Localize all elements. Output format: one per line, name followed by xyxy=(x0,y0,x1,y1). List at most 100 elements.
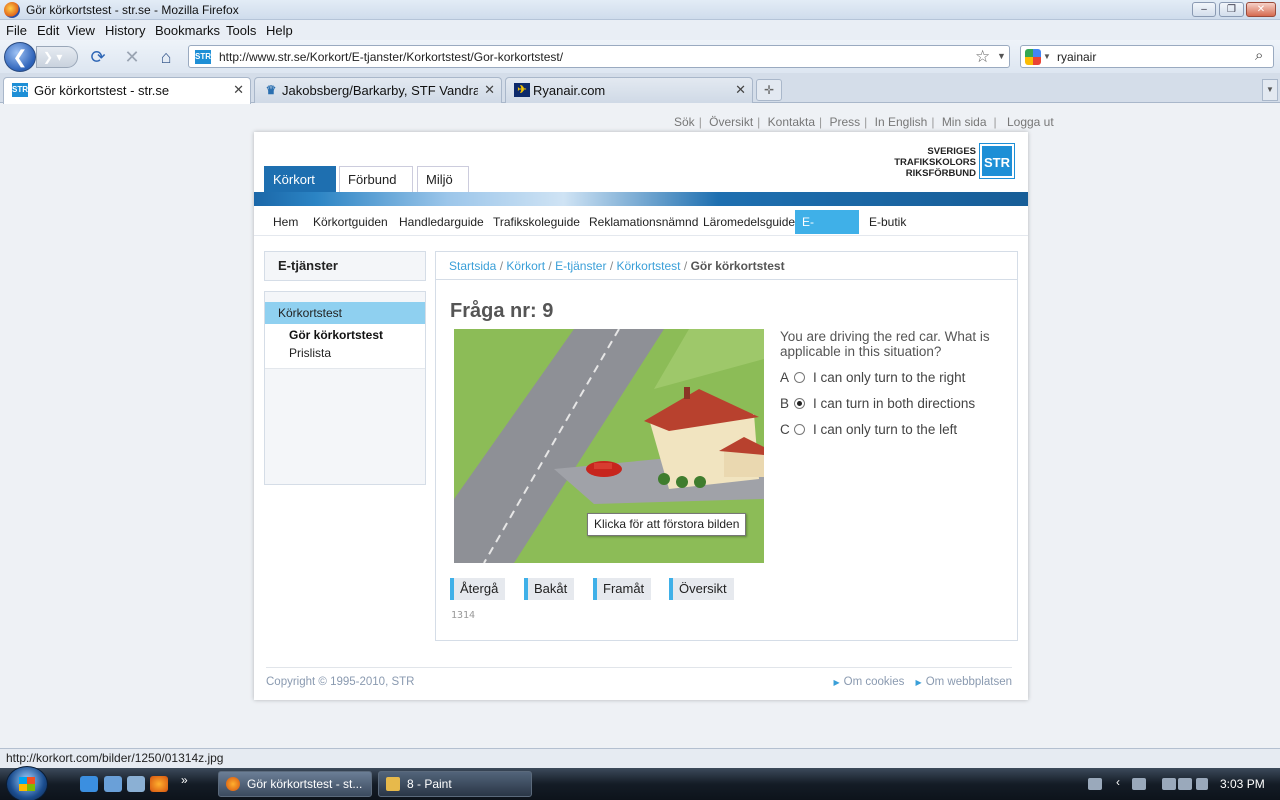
answer-option-a[interactable]: AI can only turn to the right xyxy=(780,369,965,387)
top-link-press[interactable]: Press xyxy=(829,115,860,129)
tab-jakobsberg[interactable]: ♛ Jakobsberg/Barkarby, STF Vandrarh... ✕ xyxy=(254,77,502,103)
navigation-toolbar: ❮ ❯ ▾ ⟳ ✕ ⌂ STR http://www.str.se/Korkor… xyxy=(0,40,1280,73)
clipboard-icon[interactable] xyxy=(1162,778,1176,790)
google-engine-icon[interactable] xyxy=(1025,49,1041,65)
tab-label: Gör körkortstest - str.se xyxy=(34,83,170,98)
reload-icon[interactable]: ⟳ xyxy=(87,46,109,68)
menu-edit[interactable]: Edit xyxy=(37,23,59,38)
forward-button[interactable]: ❯ ▾ xyxy=(36,46,78,68)
tab-list-button[interactable]: ▼ xyxy=(1262,79,1278,101)
switch-windows-icon[interactable] xyxy=(127,776,145,792)
network-icon[interactable] xyxy=(1178,778,1192,790)
taskbar: » Gör körkortstest - st... 8 - Paint ‹ 3… xyxy=(0,766,1280,800)
menu-tools[interactable]: Tools xyxy=(226,23,256,38)
answer-option-b[interactable]: BI can turn in both directions xyxy=(780,395,975,413)
url-dropdown-icon[interactable]: ▼ xyxy=(997,51,1006,61)
volume-icon[interactable] xyxy=(1196,778,1208,790)
top-link-sok[interactable]: Sök xyxy=(674,115,695,129)
clock[interactable]: 3:03 PM xyxy=(1220,777,1265,791)
close-tab-icon[interactable]: ✕ xyxy=(233,82,244,98)
start-button[interactable] xyxy=(6,766,48,800)
subnav-hem[interactable]: Hem xyxy=(266,210,305,234)
top-link-logga-ut[interactable]: Logga ut xyxy=(1007,115,1054,129)
subnav-laromedelsguide[interactable]: Läromedelsguide xyxy=(696,210,802,234)
bakat-button[interactable]: Bakåt xyxy=(524,578,575,600)
menu-view[interactable]: View xyxy=(67,23,95,38)
top-link-in-english[interactable]: In English xyxy=(875,115,928,129)
engine-dropdown-icon[interactable]: ▼ xyxy=(1043,52,1051,61)
keyboard-icon[interactable] xyxy=(1088,778,1102,790)
answer-option-c[interactable]: CI can only turn to the left xyxy=(780,421,957,439)
tab-label: Ryanair.com xyxy=(533,83,606,98)
subnav-e-butik[interactable]: E-butik xyxy=(862,210,913,234)
menu-bookmarks[interactable]: Bookmarks xyxy=(155,23,220,38)
close-tab-icon[interactable]: ✕ xyxy=(484,82,495,98)
menu-history[interactable]: History xyxy=(105,23,145,38)
tab-forbund[interactable]: Förbund xyxy=(339,166,413,192)
firefox-quicklaunch-icon[interactable] xyxy=(150,776,168,792)
breadcrumb-korkortstest[interactable]: Körkortstest xyxy=(617,259,681,273)
top-link-min-sida[interactable]: Min sida xyxy=(942,115,987,129)
taskbar-item-paint[interactable]: 8 - Paint xyxy=(378,771,532,797)
window-titlebar: Gör körkortstest - str.se - Mozilla Fire… xyxy=(0,0,1280,20)
main-content: Startsida / Körkort / E-tjänster / Körko… xyxy=(435,251,1018,641)
top-link-oversikt[interactable]: Översikt xyxy=(709,115,753,129)
url-text[interactable]: http://www.str.se/Korkort/E-tjanster/Kor… xyxy=(219,50,563,64)
oversikt-button[interactable]: Översikt xyxy=(669,578,734,600)
menu-help[interactable]: Help xyxy=(266,23,293,38)
stf-favicon-icon: ♛ xyxy=(265,83,277,97)
firefox-icon xyxy=(4,2,20,18)
subnav-e-tjanster[interactable]: E-tjänster xyxy=(795,210,859,253)
menu-file[interactable]: File xyxy=(6,23,27,38)
str-logo[interactable]: SVERIGES TRAFIKSKOLORS RIKSFÖRBUND STR xyxy=(890,143,1015,180)
footer-links: ▶ Om cookies ▶ Om webbplatsen xyxy=(825,676,1012,688)
tab-korkort[interactable]: Körkort xyxy=(264,166,336,192)
tab-miljo[interactable]: Miljö xyxy=(417,166,469,192)
subnav-korkortguiden[interactable]: Körkortguiden xyxy=(306,210,395,234)
question-image[interactable]: Klicka för att förstora bilden xyxy=(454,329,764,563)
system-tray: ‹ 3:03 PM xyxy=(1082,768,1280,800)
subnav-trafikskoleguide[interactable]: Trafikskoleguide xyxy=(486,210,587,234)
back-button[interactable]: ❮ xyxy=(4,42,36,72)
radio-a[interactable] xyxy=(794,372,805,383)
quicklaunch-overflow-icon[interactable]: » xyxy=(181,773,188,787)
url-bar[interactable]: STR http://www.str.se/Korkort/E-tjanster… xyxy=(188,45,1010,68)
tab-ryanair[interactable]: ✈ Ryanair.com ✕ xyxy=(505,77,753,103)
subnav-handledarguide[interactable]: Handledarguide xyxy=(392,210,491,234)
status-bar: http://korkort.com/bilder/1250/01314z.jp… xyxy=(0,748,1280,768)
breadcrumb-startsida[interactable]: Startsida xyxy=(449,259,496,273)
atergå-button[interactable]: Återgå xyxy=(450,578,506,600)
search-input[interactable]: ryainair xyxy=(1057,50,1096,64)
new-tab-button[interactable]: ✛ xyxy=(756,79,782,101)
minimize-button[interactable]: – xyxy=(1192,2,1216,17)
tray-expand-icon[interactable]: ‹ xyxy=(1116,775,1120,789)
search-bar[interactable]: ▼ ryainair ⌕ xyxy=(1020,45,1274,68)
breadcrumb-e-tjanster[interactable]: E-tjänster xyxy=(555,259,606,273)
search-icon[interactable]: ⌕ xyxy=(1255,47,1263,64)
tab-gor-korkortstest[interactable]: STR Gör körkortstest - str.se ✕ xyxy=(3,77,251,104)
radio-c[interactable] xyxy=(794,424,805,435)
question-title: Fråga nr: 9 xyxy=(450,300,554,322)
close-tab-icon[interactable]: ✕ xyxy=(735,82,746,98)
close-window-button[interactable]: ✕ xyxy=(1246,2,1276,17)
framat-button[interactable]: Framåt xyxy=(593,578,652,600)
top-link-kontakta[interactable]: Kontakta xyxy=(768,115,815,129)
sidebar-item-korkortstest[interactable]: Körkortstest xyxy=(265,302,425,324)
enlarge-image-tooltip: Klicka för att förstora bilden xyxy=(587,513,747,536)
radio-b[interactable] xyxy=(794,398,805,409)
maximize-button[interactable]: ❐ xyxy=(1219,2,1244,17)
subnav-reklamationsnamnd[interactable]: Reklamationsnämnd xyxy=(582,210,705,234)
home-icon[interactable]: ⌂ xyxy=(155,46,177,68)
show-desktop-icon[interactable] xyxy=(104,776,122,792)
internet-explorer-icon[interactable] xyxy=(80,776,98,792)
sidebar-item-gor-korkortstest[interactable]: Gör körkortstest xyxy=(289,326,425,344)
sidebar-item-prislista[interactable]: Prislista xyxy=(289,344,425,362)
footer-link-om-webbplatsen[interactable]: Om webbplatsen xyxy=(926,676,1012,688)
breadcrumb-korkort[interactable]: Körkort xyxy=(506,259,545,273)
bookmark-star-icon[interactable]: ☆ xyxy=(975,47,990,67)
footer-link-om-cookies[interactable]: Om cookies xyxy=(844,676,905,688)
taskbar-item-firefox[interactable]: Gör körkortstest - st... xyxy=(218,771,372,797)
forward-arrow-icon: ❯ ▾ xyxy=(43,50,63,64)
stop-icon[interactable]: ✕ xyxy=(121,46,143,68)
device-icon[interactable] xyxy=(1132,778,1146,790)
